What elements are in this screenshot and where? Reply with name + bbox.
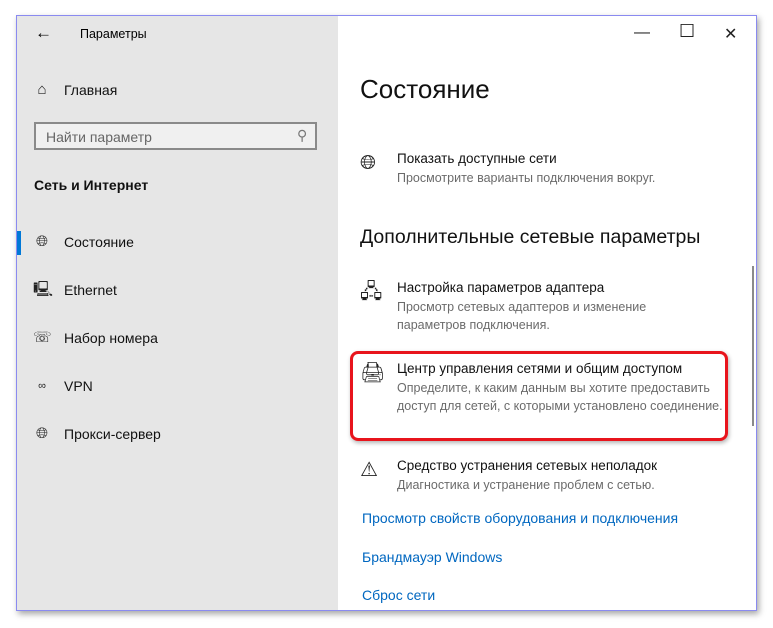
network-reset-link[interactable]: Сброс сети (362, 587, 435, 603)
ethernet-icon: 🖳︎ (33, 281, 54, 298)
sidebar-item-dialup[interactable]: ☏ Набор номера (17, 319, 338, 359)
adapter-settings-item[interactable]: 🖧 Настройка параметров адаптера Просмотр… (360, 280, 720, 335)
selected-indicator (17, 231, 21, 255)
back-button[interactable]: ← (35, 23, 52, 43)
item-title: Средство устранения сетевых неполадок (397, 458, 658, 473)
settings-window: ← Параметры ⌂ Главная Найти параметр ⚲ С… (16, 15, 757, 611)
network-sharing-center-item[interactable]: 🖨︎ Центр управления сетями и общим досту… (360, 361, 723, 433)
item-desc: Диагностика и устранение проблем с сетью… (397, 478, 655, 492)
item-label: Состояние (64, 234, 134, 250)
search-placeholder: Найти параметр (46, 129, 152, 145)
search-icon[interactable]: ⚲ (297, 127, 307, 144)
item-title: Центр управления сетями и общим доступом (397, 361, 683, 376)
item-title: Настройка параметров адаптера (397, 280, 605, 295)
item-desc: Просмотрите варианты подключения вокруг. (397, 171, 656, 185)
globe-monitor-icon: 🌐︎ (360, 152, 376, 174)
minimize-button[interactable]: — (634, 24, 650, 42)
globe-icon: 🌐︎ (35, 425, 48, 442)
maximize-button[interactable]: ☐ (679, 21, 695, 42)
dialup-phone-icon: ☏ (33, 329, 52, 346)
sidebar: ← Параметры ⌂ Главная Найти параметр ⚲ С… (17, 16, 338, 610)
item-label: Прокси-сервер (64, 426, 161, 442)
section-heading: Сеть и Интернет (34, 177, 149, 193)
network-sharing-icon: 🖨︎ (360, 362, 386, 384)
hardware-properties-link[interactable]: Просмотр свойств оборудования и подключе… (362, 510, 678, 526)
warning-icon: ⚠︎ (360, 459, 378, 481)
item-label: Набор номера (64, 330, 158, 346)
sidebar-item-home[interactable]: ⌂ Главная (17, 71, 338, 111)
firewall-link[interactable]: Брандмауэр Windows (362, 549, 502, 565)
sidebar-item-ethernet[interactable]: 🖳︎ Ethernet (17, 271, 338, 311)
item-label: Ethernet (64, 282, 117, 298)
close-button[interactable]: ✕ (724, 24, 737, 44)
troubleshooter-item[interactable]: ⚠︎ Средство устранения сетевых неполадок… (360, 458, 720, 498)
sidebar-item-proxy[interactable]: 🌐︎ Прокси-сервер (17, 415, 338, 455)
home-label: Главная (64, 82, 118, 98)
advanced-heading: Дополнительные сетевые параметры (360, 226, 701, 248)
scrollbar[interactable] (752, 266, 754, 426)
vpn-icon: ∞ (38, 380, 46, 392)
item-desc: Просмотр сетевых адаптеров и изменение п… (397, 300, 647, 332)
search-input[interactable]: Найти параметр ⚲ (34, 122, 317, 150)
item-label: VPN (64, 378, 93, 394)
monitor-network-icon: 🖧 (360, 281, 383, 303)
item-desc: Определите, к каким данным вы хотите пре… (397, 381, 723, 413)
globe-monitor-icon: 🌐︎ (35, 233, 48, 250)
show-networks-item[interactable]: 🌐︎ Показать доступные сети Просмотрите в… (360, 151, 720, 191)
home-icon: ⌂ (37, 81, 47, 98)
item-title: Показать доступные сети (397, 151, 557, 166)
sidebar-item-status[interactable]: 🌐︎ Состояние (17, 223, 338, 263)
page-title: Состояние (360, 74, 490, 104)
window-title: Параметры (80, 27, 147, 41)
sidebar-item-vpn[interactable]: ∞ VPN (17, 367, 338, 407)
